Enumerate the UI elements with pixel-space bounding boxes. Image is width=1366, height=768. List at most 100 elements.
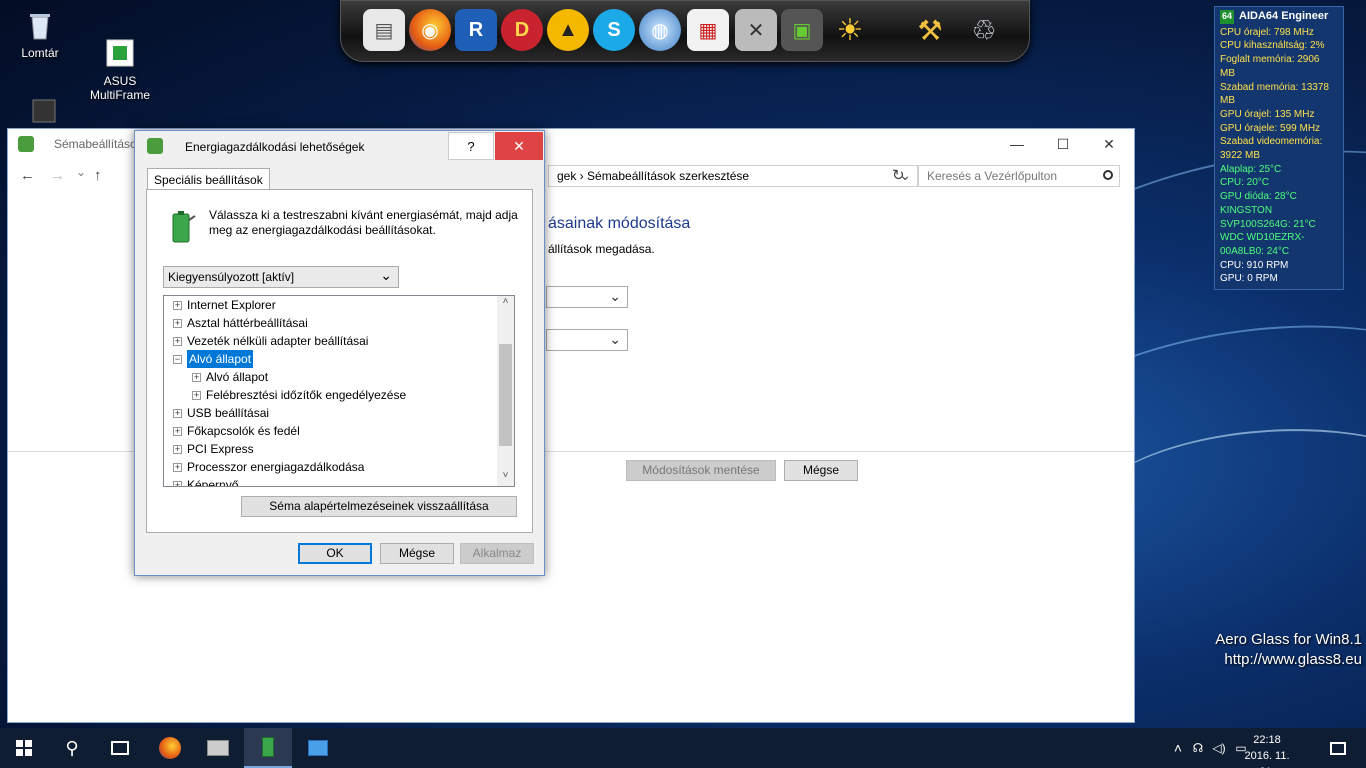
control-panel-icon [308,740,328,756]
save-changes-button[interactable]: Módosítások mentése [626,460,776,481]
taskbar-control-panel[interactable] [294,728,342,768]
taskbar-firefox[interactable] [146,728,194,768]
power-scheme-select[interactable]: Kiegyensúlyozott [aktív] [163,266,399,288]
apply-button[interactable]: Alkalmaz [460,543,534,564]
restore-defaults-button[interactable]: Séma alapértelmezéseinek visszaállítása [241,496,517,517]
aimp-icon[interactable]: ▲ [547,9,589,51]
desktop-icon-asus-multiframe[interactable]: ASUS MultiFrame [80,8,160,116]
aida64-line: CPU: 910 RPM [1220,259,1289,271]
notepad-icon[interactable]: ▤ [363,9,405,51]
scrollbar-thumb[interactable] [499,344,512,446]
expand-icon[interactable]: + [173,481,182,486]
tree-item[interactable]: − Alvó állapot [164,350,514,368]
clock[interactable]: 22:18 2016. 11. 21. [1236,732,1298,768]
aida64-line: MB [1220,67,1235,79]
expand-icon[interactable]: + [173,445,182,454]
power-scheme-value: Kiegyensúlyozott [aktív] [168,270,295,284]
cp-window-icon [18,136,34,152]
network-icon[interactable]: ☊ [1188,741,1208,755]
aida64-line: GPU órajele: 599 MHz [1220,122,1321,134]
network-icon[interactable]: ◍ [639,9,681,51]
dialog-close-button[interactable]: ✕ [495,132,543,160]
floppy-disk-icon[interactable]: ▦ [687,9,729,51]
action-center-button[interactable] [1314,728,1362,768]
scroll-down-icon[interactable]: ˅ [497,470,514,486]
cp-window-title: Sémabeállításo [54,137,137,151]
cp-cancel-button[interactable]: Mégse [784,460,858,481]
search-icon [1103,170,1113,180]
tree-scrollbar[interactable]: ˄ ˅ [497,296,514,486]
tray-chevron-icon[interactable]: ˄ [1168,740,1188,756]
windows-logo-icon [16,740,32,756]
battery-plug-icon [169,210,197,244]
r-app-icon[interactable]: R [455,9,497,51]
close-button[interactable]: ✕ [1086,129,1132,159]
aida64-line: GPU dióda: 28°C [1220,191,1297,203]
up-arrow-icon[interactable]: ↑ [94,167,102,184]
expand-icon[interactable]: + [192,373,201,382]
recycle-bin-icon [23,8,57,42]
help-button[interactable]: ? [448,132,494,160]
tree-item[interactable]: + PCI Express [164,440,514,458]
refresh-icon[interactable]: ↻ [892,166,905,184]
skype-icon[interactable]: S [593,9,635,51]
expand-icon[interactable]: + [173,427,182,436]
tree-item[interactable]: + Képernyő [164,476,514,487]
tree-item[interactable]: + USB beállításai [164,404,514,422]
tree-item[interactable]: + Internet Explorer [164,296,514,314]
scroll-up-icon[interactable]: ˄ [497,296,514,312]
expand-icon[interactable]: + [173,301,182,310]
app-shortcut-icon [23,98,57,132]
printer-icon[interactable]: ▣ [781,9,823,51]
cancel-button[interactable]: Mégse [380,543,454,564]
taskbar-power-options[interactable] [244,728,292,768]
forward-arrow-icon[interactable]: → [50,167,65,184]
search-input[interactable]: Keresés a Vezérlőpulton [918,165,1120,187]
tree-item[interactable]: + Főkapcsolók és fedél [164,422,514,440]
aida64-line: 00A8LB0: 24°C [1220,245,1290,257]
tab-advanced-settings[interactable]: Speciális beállítások [147,168,270,190]
tree-item[interactable]: + Felébresztési időzítők engedélyezése [164,386,514,404]
power-options-dialog: Energiagazdálkodási lehetőségek ? ✕ Spec… [134,130,545,576]
aero-glass-watermark: Aero Glass for Win8.1 http://www.glass8.… [1215,630,1362,670]
tools-icon[interactable]: ✕ [735,9,777,51]
firefox-icon [159,737,181,759]
tree-item[interactable]: + Alvó állapot [164,368,514,386]
expand-icon[interactable]: + [173,409,182,418]
volume-icon[interactable]: ◁) [1208,741,1230,755]
aida64-line: 3922 MB [1220,150,1261,162]
tree-item-label: Képernyő [187,478,239,487]
tree-item[interactable]: + Asztal háttérbeállításai [164,314,514,332]
search-button[interactable]: ⚲ [48,728,96,768]
page-title: ásainak módosítása [548,215,691,232]
trash-icon[interactable]: ♲ [963,9,1005,51]
aida64-line: KINGSTON [1220,204,1273,216]
search-placeholder: Keresés a Vezérlőpulton [927,169,1058,183]
weather-icon[interactable]: ☀ [829,9,871,51]
plugged-timeout-combo[interactable] [546,329,628,351]
tree-item-label: PCI Express [187,442,254,456]
desktop-icon-recycle-bin[interactable]: Lomtár [0,8,80,60]
expand-icon[interactable]: + [192,391,201,400]
settings-tree[interactable]: + Internet Explorer + Asztal háttérbeállítá… [163,295,515,487]
collapse-icon[interactable]: − [173,355,182,364]
start-button[interactable] [0,728,48,768]
recent-chevron-icon[interactable]: ⌄ [76,165,86,179]
minimize-button[interactable]: — [994,129,1040,159]
expand-icon[interactable]: + [173,337,182,346]
expand-icon[interactable]: + [173,463,182,472]
tree-item[interactable]: + Vezeték nélküli adapter beállításai [164,332,514,350]
hammer-icon[interactable]: ⚒ [909,9,951,51]
tree-item[interactable]: + Processzor energiagazdálkodása [164,458,514,476]
back-arrow-icon[interactable]: ← [20,167,35,184]
task-view-button[interactable] [96,728,144,768]
battery-timeout-combo[interactable] [546,286,628,308]
ok-button[interactable]: OK [298,543,372,564]
expand-icon[interactable]: + [173,319,182,328]
address-bar[interactable]: gek › Sémabeállítások szerkesztése ⌄ [548,165,918,187]
d-app-icon[interactable]: D [501,9,543,51]
maximize-button[interactable]: ☐ [1040,129,1086,159]
watermark-line1: Aero Glass for Win8.1 [1215,631,1362,648]
taskbar-app-monitor[interactable] [194,728,242,768]
firefox-icon[interactable]: ◉ [409,9,451,51]
